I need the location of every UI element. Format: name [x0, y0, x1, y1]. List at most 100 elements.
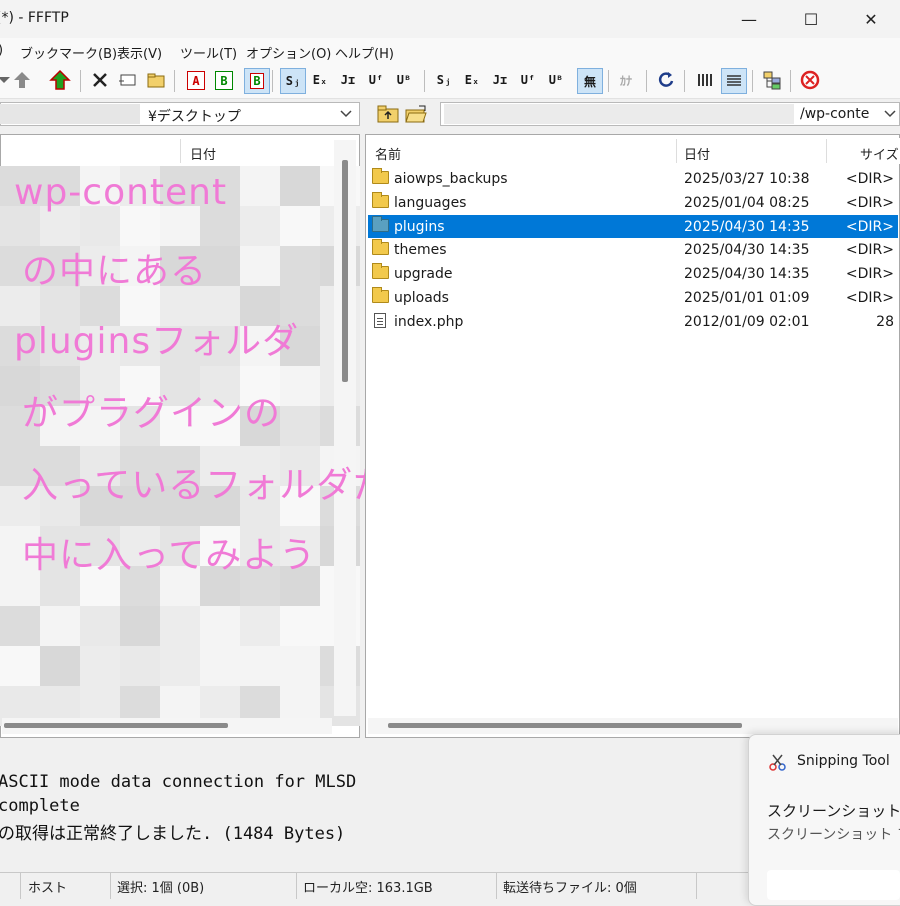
snipping-preview[interactable]	[767, 870, 900, 900]
blur-tile	[240, 606, 280, 646]
file-size: 28	[876, 313, 894, 330]
stop-icon[interactable]	[798, 68, 822, 92]
file-date: 2012/01/09 02:01	[684, 313, 810, 330]
jis-button-1[interactable]: Jɪ	[336, 68, 360, 92]
log-line-1: ASCII mode data connection for MLSD	[0, 772, 357, 792]
blur-tile	[280, 646, 320, 686]
detail-view-icon[interactable]	[721, 68, 747, 94]
file-date: 2025/03/27 10:38	[684, 171, 810, 187]
refresh-icon[interactable]	[654, 68, 678, 92]
file-name: uploads	[394, 290, 449, 306]
rename-icon[interactable]	[116, 68, 140, 92]
blur-tile	[280, 166, 320, 206]
file-icon	[374, 312, 386, 328]
remote-col-size[interactable]: サイズ	[860, 144, 899, 163]
sjis-button-1[interactable]: Sⱼ	[280, 68, 306, 94]
menu-help[interactable]: ヘルプ(H)	[335, 43, 394, 62]
ascii-mode-button[interactable]: A	[187, 71, 205, 90]
open-folder-icon[interactable]	[404, 102, 428, 126]
scissors-icon	[768, 752, 788, 776]
download-arrow-icon[interactable]	[48, 68, 72, 92]
snipping-app-name: Snipping Tool	[797, 753, 890, 769]
file-name: upgrade	[394, 266, 453, 283]
blur-tile	[200, 646, 240, 686]
remote-path-blurred	[444, 104, 794, 124]
folder-icon	[372, 215, 389, 232]
remote-header	[366, 138, 900, 164]
menu-file-tail[interactable]: )	[0, 43, 3, 58]
menu-view[interactable]: 表示(V)	[117, 43, 162, 62]
auto-mode-label: B	[250, 73, 264, 89]
file-name: themes	[394, 242, 447, 259]
log-line-3: の取得は正常終了しました. (1484 Bytes)	[0, 824, 346, 844]
blur-tile	[0, 606, 40, 646]
table-row[interactable]: upgrade 2025/04/30 14:35 <DIR>	[368, 262, 898, 285]
blur-tile	[160, 646, 200, 686]
menu-tools[interactable]: ツール(T)	[180, 43, 237, 62]
file-size: <DIR>	[845, 290, 894, 306]
delete-icon[interactable]	[88, 68, 112, 92]
file-size: <DIR>	[845, 218, 894, 235]
minimize-icon[interactable]: —	[726, 0, 772, 38]
chevron-down-icon[interactable]	[340, 108, 352, 124]
table-row[interactable]: aiowps_backups 2025/03/27 10:38 <DIR>	[368, 167, 898, 190]
blur-tile	[280, 406, 320, 446]
auto-mode-button[interactable]: B	[244, 68, 270, 94]
table-row[interactable]: themes 2025/04/30 14:35 <DIR>	[368, 238, 898, 261]
utf8-button-2[interactable]: Uᶠ	[516, 68, 540, 92]
menu-options[interactable]: オプション(O)	[246, 43, 331, 62]
kana-button[interactable]: ｶﾅ	[614, 68, 638, 92]
jis-button-2[interactable]: Jɪ	[488, 68, 512, 92]
status-queue: 転送待ちファイル: 0個	[503, 881, 637, 896]
binary-mode-button[interactable]: B	[215, 71, 233, 90]
blur-tile	[200, 606, 240, 646]
file-date: 2025/01/01 01:09	[684, 290, 810, 306]
upload-arrow-icon[interactable]	[10, 68, 34, 92]
utf8bom-button-1[interactable]: Uᴮ	[392, 68, 416, 92]
blur-tile	[120, 646, 160, 686]
folder-icon	[372, 191, 389, 208]
annotation-line-3: pluginsフォルダ	[14, 321, 300, 362]
remote-hscroll-thumb[interactable]	[388, 723, 742, 728]
local-scroll-thumb[interactable]	[342, 160, 348, 382]
chevron-down-icon[interactable]	[884, 108, 896, 124]
blur-tile	[280, 206, 320, 246]
menu-bookmark[interactable]: ブックマーク(B)	[20, 43, 117, 62]
euc-button-1[interactable]: Eₓ	[308, 68, 332, 92]
blur-tile	[280, 366, 320, 406]
blur-tile	[240, 166, 280, 206]
annotation-line-4: がプラグインの	[22, 393, 282, 434]
blur-tile	[40, 606, 80, 646]
utf8bom-button-2[interactable]: Uᴮ	[544, 68, 568, 92]
annotation-line-2: の中にある	[22, 251, 208, 292]
sjis-button-2[interactable]: Sⱼ	[432, 68, 456, 92]
new-folder-icon[interactable]	[144, 68, 168, 92]
remote-col-name[interactable]: 名前	[375, 144, 401, 163]
blur-tile	[240, 646, 280, 686]
local-hscroll-thumb[interactable]	[4, 723, 228, 728]
log-line-2: complete	[0, 796, 80, 816]
blur-tile	[160, 606, 200, 646]
blur-tile	[240, 206, 280, 246]
list-view-icon[interactable]	[692, 68, 716, 92]
close-icon[interactable]: ✕	[848, 0, 894, 38]
file-date: 2025/04/30 14:35	[684, 218, 810, 235]
table-row[interactable]: languages 2025/01/04 08:25 <DIR>	[368, 191, 898, 214]
blur-tile	[280, 246, 320, 286]
euc-button-2[interactable]: Eₓ	[460, 68, 484, 92]
utf8-button-1[interactable]: Uᶠ	[364, 68, 388, 92]
status-host: ホスト	[28, 881, 68, 896]
local-col-date[interactable]: 日付	[190, 144, 216, 163]
table-row[interactable]: index.php 2012/01/09 02:01 28	[368, 310, 898, 333]
remote-col-date[interactable]: 日付	[684, 144, 710, 163]
tree-sync-icon[interactable]	[760, 68, 784, 92]
file-name: aiowps_backups	[394, 171, 508, 187]
no-conversion-button[interactable]: 無	[577, 68, 603, 94]
table-row[interactable]: plugins 2025/04/30 14:35 <DIR>	[368, 214, 898, 238]
folder-icon	[372, 239, 389, 256]
maximize-icon[interactable]: ☐	[788, 0, 834, 38]
parent-folder-icon[interactable]	[376, 102, 400, 126]
table-row[interactable]: uploads 2025/01/01 01:09 <DIR>	[368, 286, 898, 309]
blur-tile	[120, 606, 160, 646]
annotation-line-6: 中に入ってみよう	[22, 535, 317, 576]
